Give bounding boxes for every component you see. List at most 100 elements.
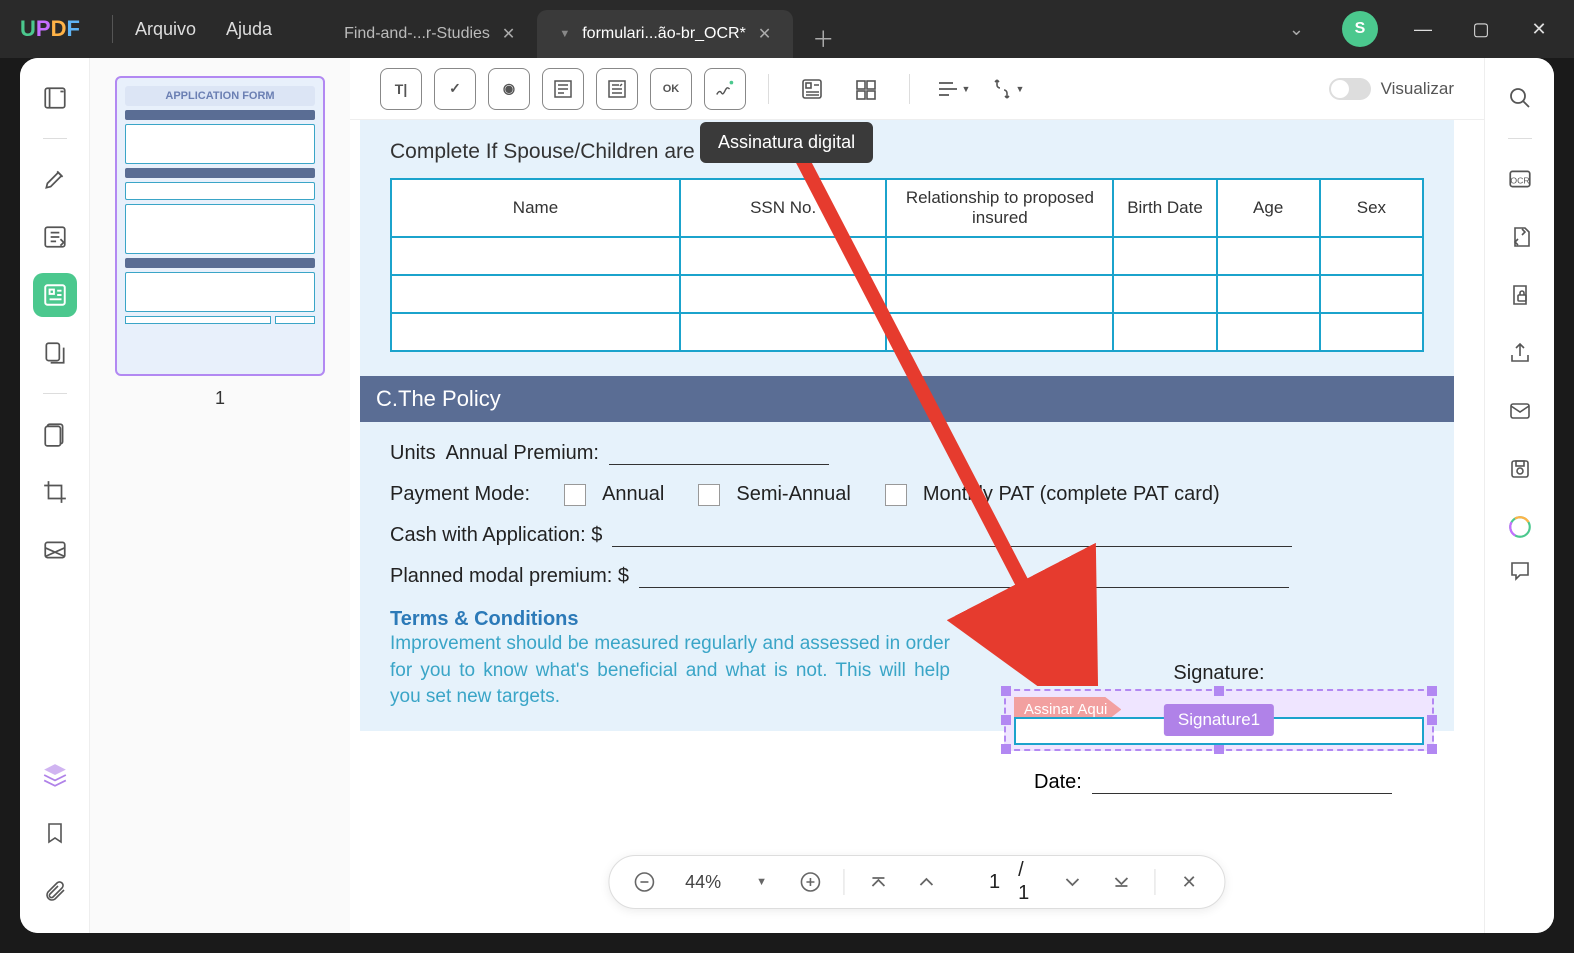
app-logo: UPDF [0, 16, 100, 42]
preview-label: Visualizar [1381, 79, 1454, 99]
document-page: Complete If Spouse/Children are Proposed… [360, 120, 1454, 731]
section-title: Complete If Spouse/Children are Proposed [390, 140, 1424, 164]
tab-1[interactable]: Find-and-...r-Studies ✕ [322, 10, 537, 58]
planned-input[interactable] [639, 566, 1289, 588]
cash-label: Cash with Application: $ [390, 524, 602, 547]
listbox-tool-icon[interactable] [542, 68, 584, 110]
monthly-checkbox[interactable] [885, 484, 907, 506]
new-tab-button[interactable]: ＋ [803, 18, 843, 58]
search-icon[interactable] [1498, 76, 1542, 120]
checkbox-tool-icon[interactable]: ✓ [434, 68, 476, 110]
premium-label: Annual Premium: [446, 442, 599, 465]
zoom-dropdown-icon[interactable]: ▼ [746, 866, 777, 898]
chevron-down-icon[interactable]: ⌄ [1271, 9, 1322, 50]
close-button[interactable]: ✕ [1514, 9, 1564, 49]
semi-annual-checkbox[interactable] [698, 484, 720, 506]
table-header: Age [1217, 179, 1320, 237]
tools-tool-icon[interactable]: ▼ [986, 68, 1028, 110]
form-tool-icon[interactable] [33, 273, 77, 317]
button-tool-icon[interactable]: OK [650, 68, 692, 110]
date-label: Date: [1034, 771, 1082, 794]
attachment-icon[interactable] [33, 869, 77, 913]
avatar[interactable]: S [1342, 11, 1378, 47]
table-row[interactable] [391, 275, 1423, 313]
table-header: Birth Date [1113, 179, 1216, 237]
ai-icon[interactable] [1498, 505, 1542, 549]
comment-icon[interactable] [1498, 549, 1542, 593]
save-icon[interactable] [1498, 447, 1542, 491]
image-field-tool-icon[interactable] [791, 68, 833, 110]
table-header: Name [391, 179, 680, 237]
bottom-toolbar: 44% ▼ / 1 ✕ [608, 855, 1225, 909]
thumb-page-number: 1 [215, 388, 225, 409]
zoom-in-button[interactable] [795, 866, 826, 898]
planned-label: Planned modal premium: $ [390, 565, 629, 588]
tab-2[interactable]: ▼ formulari...ão-br_OCR* ✕ [537, 10, 793, 58]
table-header: Sex [1320, 179, 1423, 237]
table-row[interactable] [391, 237, 1423, 275]
last-page-button[interactable] [1106, 866, 1137, 898]
tooltip: Assinatura digital [700, 122, 873, 163]
menu-help[interactable]: Ajuda [226, 19, 272, 40]
svg-text:OCR: OCR [1510, 175, 1529, 185]
form-toolbar: T| ✓ ◉ OK ▼ ▼ Visualizar [350, 58, 1484, 120]
preview-toggle[interactable] [1329, 78, 1371, 100]
dependents-table: Name SSN No. Relationship to proposed in… [390, 178, 1424, 352]
email-icon[interactable] [1498, 389, 1542, 433]
edit-tool-icon[interactable] [33, 215, 77, 259]
align-tool-icon[interactable]: ▼ [932, 68, 974, 110]
page-thumbnail[interactable]: APPLICATION FORM [115, 76, 325, 376]
annual-checkbox[interactable] [564, 484, 586, 506]
signature-field[interactable]: Assinar Aqui Signature1 [1004, 689, 1434, 751]
policy-header: C.The Policy [360, 376, 1454, 422]
bookmark-icon[interactable] [33, 811, 77, 855]
table-header: SSN No. [680, 179, 886, 237]
reader-tool-icon[interactable] [33, 76, 77, 120]
tab-label: formulari...ão-br_OCR* [582, 25, 746, 43]
thumb-title: APPLICATION FORM [125, 86, 315, 106]
page-input[interactable] [960, 871, 1000, 894]
close-icon[interactable]: ✕ [758, 24, 771, 44]
thumbnail-panel: APPLICATION FORM 1 [90, 58, 350, 933]
menu-file[interactable]: Arquivo [135, 19, 196, 40]
protect-icon[interactable] [1498, 273, 1542, 317]
signature-label: Signature: [1004, 662, 1434, 685]
signature-field-name: Signature1 [1164, 704, 1274, 736]
dropdown-tool-icon[interactable] [596, 68, 638, 110]
close-icon[interactable]: ✕ [502, 24, 515, 44]
next-page-button[interactable] [1057, 866, 1088, 898]
payment-mode-label: Payment Mode: [390, 483, 530, 506]
close-toolbar-button[interactable]: ✕ [1174, 866, 1205, 898]
crop-tool-icon[interactable] [33, 470, 77, 514]
premium-input[interactable] [609, 443, 829, 465]
right-toolbar: OCR [1484, 58, 1554, 933]
radio-tool-icon[interactable]: ◉ [488, 68, 530, 110]
tab-label: Find-and-...r-Studies [344, 25, 490, 43]
maximize-button[interactable]: ▢ [1456, 9, 1506, 49]
ocr-icon[interactable]: OCR [1498, 157, 1542, 201]
table-row[interactable] [391, 313, 1423, 351]
terms-title: Terms & Conditions [390, 608, 1424, 631]
left-toolbar [20, 58, 90, 933]
highlighter-tool-icon[interactable] [33, 157, 77, 201]
terms-text: Improvement should be measured regularly… [390, 631, 950, 711]
zoom-out-button[interactable] [629, 866, 660, 898]
organize-tool-icon[interactable] [33, 331, 77, 375]
zoom-value: 44% [678, 872, 728, 893]
convert-icon[interactable] [1498, 215, 1542, 259]
chevron-down-icon[interactable]: ▼ [559, 28, 570, 40]
first-page-button[interactable] [863, 866, 894, 898]
cash-input[interactable] [612, 525, 1292, 547]
table-header: Relationship to proposed insured [886, 179, 1113, 237]
date-field-tool-icon[interactable] [845, 68, 887, 110]
share-icon[interactable] [1498, 331, 1542, 375]
date-input[interactable] [1092, 772, 1392, 794]
prev-page-button[interactable] [911, 866, 942, 898]
text-field-tool-icon[interactable]: T| [380, 68, 422, 110]
redact-tool-icon[interactable] [33, 528, 77, 572]
layers-icon[interactable] [33, 753, 77, 797]
page-total: / 1 [1018, 859, 1039, 905]
minimize-button[interactable]: — [1398, 9, 1448, 49]
pages-tool-icon[interactable] [33, 412, 77, 456]
signature-tool-icon[interactable] [704, 68, 746, 110]
